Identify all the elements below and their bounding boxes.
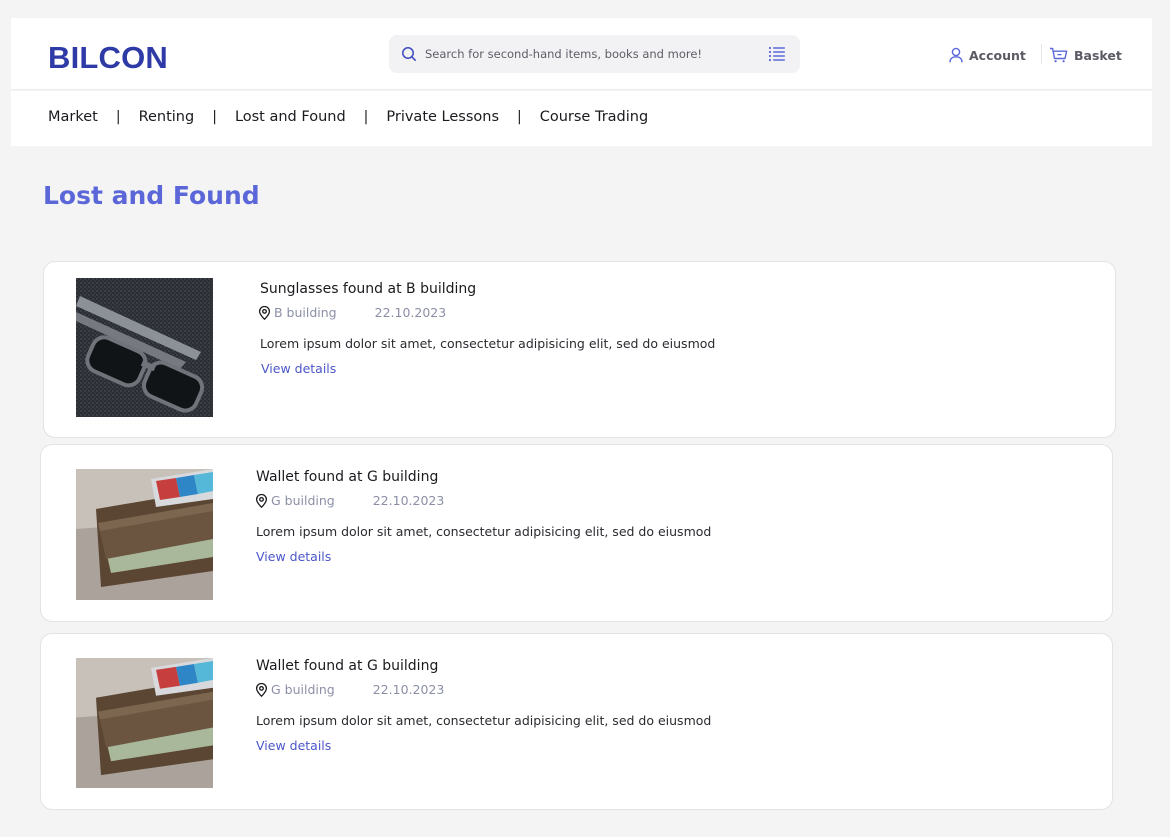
page-title: Lost and Found (43, 181, 260, 210)
listing-date: 22.10.2023 (372, 682, 445, 697)
listing-meta: G building 22.10.2023 (255, 682, 444, 697)
listing-description: Lorem ipsum dolor sit amet, consectetur … (256, 713, 712, 728)
listing-date: 22.10.2023 (374, 305, 447, 320)
top-header: BILCON Account Basket (11, 18, 1152, 90)
nav-item-private-lessons[interactable]: Private Lessons (386, 109, 499, 125)
wallet-photo[interactable] (76, 469, 213, 600)
search-icon (402, 47, 416, 61)
listing-description: Lorem ipsum dolor sit amet, consectetur … (256, 524, 712, 539)
account-label: Account (969, 47, 1026, 63)
category-nav: Market | Renting | Lost and Found | Priv… (11, 91, 1152, 146)
basket-button[interactable]: Basket (1049, 46, 1122, 64)
listing-card[interactable]: Sunglasses found at B building B buildin… (43, 261, 1116, 438)
cart-icon (1050, 47, 1068, 63)
location-pin-icon (255, 682, 268, 697)
nav-item-lost-and-found[interactable]: Lost and Found (235, 109, 346, 125)
nav-item-course-trading[interactable]: Course Trading (540, 109, 648, 125)
view-details-link[interactable]: View details (261, 361, 336, 376)
nav-item-market[interactable]: Market (48, 109, 98, 125)
listing-date: 22.10.2023 (372, 493, 445, 508)
listing-description: Lorem ipsum dolor sit amet, consectetur … (260, 336, 716, 351)
nav-separator: | (115, 109, 121, 125)
listing-card[interactable]: Wallet found at G building G building 22… (40, 633, 1113, 810)
listing-location: G building (271, 493, 335, 508)
listing-title: Wallet found at G building (256, 658, 439, 674)
nav-item-renting[interactable]: Renting (139, 109, 195, 125)
account-button[interactable]: Account (949, 46, 1026, 64)
wallet-photo[interactable] (76, 658, 213, 788)
listing-meta: G building 22.10.2023 (255, 493, 444, 508)
nav-separator: | (363, 109, 369, 125)
nav-separator: | (212, 109, 217, 125)
search-input[interactable] (425, 44, 755, 64)
listing-title: Wallet found at G building (256, 469, 439, 485)
sunglasses-photo[interactable] (76, 278, 213, 417)
nav-separator: | (517, 109, 522, 125)
listing-location: B building (274, 305, 337, 320)
listing-title: Sunglasses found at B building (260, 281, 477, 297)
filter-list-icon[interactable] (768, 46, 786, 62)
header-divider (1041, 44, 1042, 64)
listing-meta: B building 22.10.2023 (258, 305, 446, 320)
user-icon (949, 47, 963, 63)
listing-card[interactable]: Wallet found at G building G building 22… (40, 444, 1113, 622)
brand-logo[interactable]: BILCON (48, 40, 168, 76)
listing-location: G building (271, 682, 335, 697)
view-details-link[interactable]: View details (256, 549, 331, 564)
location-pin-icon (255, 493, 268, 508)
basket-label: Basket (1074, 47, 1122, 63)
location-pin-icon (258, 305, 271, 320)
search-bar[interactable] (389, 35, 800, 73)
view-details-link[interactable]: View details (256, 738, 331, 753)
